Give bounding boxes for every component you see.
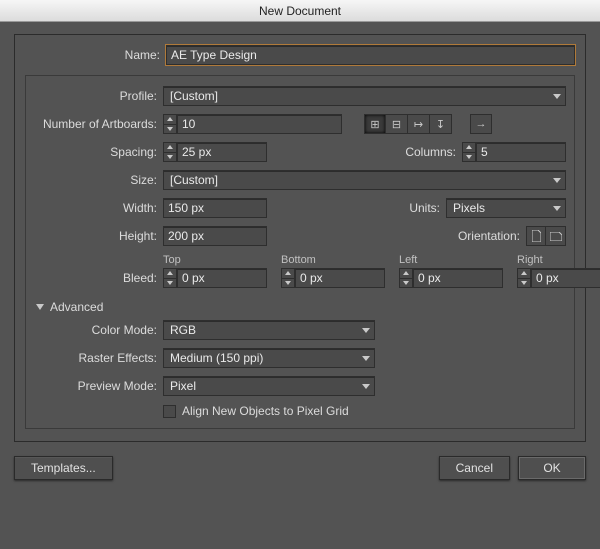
cancel-button[interactable]: Cancel bbox=[439, 456, 510, 480]
spacing-input[interactable] bbox=[177, 142, 267, 162]
columns-label: Columns: bbox=[386, 145, 456, 159]
dialog-body: Name: Profile: [Custom] Number of Artboa… bbox=[0, 22, 600, 549]
bleed-bottom-up[interactable] bbox=[281, 268, 295, 278]
bleed-left-down[interactable] bbox=[399, 278, 413, 289]
color-mode-label: Color Mode: bbox=[34, 323, 157, 337]
window-title: New Document bbox=[0, 0, 600, 22]
spacing-stepper[interactable] bbox=[163, 142, 267, 162]
width-label: Width: bbox=[34, 201, 157, 215]
profile-select[interactable]: [Custom] bbox=[163, 86, 566, 106]
orientation-portrait-button[interactable] bbox=[526, 226, 546, 246]
columns-stepper[interactable] bbox=[462, 142, 566, 162]
units-value: Pixels bbox=[453, 201, 485, 215]
bleed-left-input[interactable] bbox=[413, 268, 503, 288]
layout-direction: → bbox=[470, 114, 492, 134]
height-label: Height: bbox=[34, 229, 157, 243]
grid-by-column-icon[interactable]: ⊟ bbox=[386, 114, 408, 134]
spacing-label: Spacing: bbox=[34, 145, 157, 159]
height-input[interactable] bbox=[163, 226, 267, 246]
dropdown-icon bbox=[553, 206, 561, 211]
dropdown-icon bbox=[362, 356, 370, 361]
triangle-down-icon bbox=[36, 304, 44, 310]
bleed-bottom-stepper[interactable] bbox=[281, 268, 385, 288]
profile-label: Profile: bbox=[34, 89, 157, 103]
bleed-top-up[interactable] bbox=[163, 268, 177, 278]
arrange-row-icon[interactable]: ↦ bbox=[408, 114, 430, 134]
columns-input[interactable] bbox=[476, 142, 566, 162]
advanced-toggle[interactable]: Advanced bbox=[34, 296, 566, 320]
preview-mode-label: Preview Mode: bbox=[34, 379, 157, 393]
bleed-left-label: Left bbox=[399, 254, 503, 266]
artboards-stepper[interactable] bbox=[163, 114, 342, 134]
ok-button[interactable]: OK bbox=[518, 456, 586, 480]
size-value: [Custom] bbox=[170, 173, 218, 187]
artboards-label: Number of Artboards: bbox=[34, 117, 157, 131]
align-pixel-grid-label: Align New Objects to Pixel Grid bbox=[182, 404, 349, 418]
size-label: Size: bbox=[34, 173, 157, 187]
artboard-arrangement: ⊞ ⊟ ↦ ↧ bbox=[364, 114, 452, 134]
details-panel: Profile: [Custom] Number of Artboards: ⊞… bbox=[25, 75, 575, 429]
bleed-right-stepper[interactable] bbox=[517, 268, 600, 288]
name-input[interactable] bbox=[166, 45, 575, 65]
dialog-buttons: Templates... Cancel OK bbox=[14, 456, 586, 480]
bleed-bottom-down[interactable] bbox=[281, 278, 295, 289]
preview-mode-select[interactable]: Pixel bbox=[163, 376, 375, 396]
arrange-column-icon[interactable]: ↧ bbox=[430, 114, 452, 134]
templates-button[interactable]: Templates... bbox=[14, 456, 113, 480]
bleed-top-label: Top bbox=[163, 254, 267, 266]
artboards-input[interactable] bbox=[177, 114, 342, 134]
bleed-right-input[interactable] bbox=[531, 268, 600, 288]
size-select[interactable]: [Custom] bbox=[163, 170, 566, 190]
profile-value: [Custom] bbox=[170, 89, 218, 103]
dropdown-icon bbox=[553, 178, 561, 183]
dropdown-icon bbox=[362, 328, 370, 333]
orientation-buttons bbox=[526, 226, 566, 246]
dropdown-icon bbox=[362, 384, 370, 389]
orientation-landscape-button[interactable] bbox=[546, 226, 566, 246]
bleed-label: Bleed: bbox=[34, 271, 157, 288]
width-input[interactable] bbox=[163, 198, 267, 218]
raster-effects-label: Raster Effects: bbox=[34, 351, 157, 365]
align-pixel-grid-checkbox[interactable] bbox=[163, 405, 176, 418]
artboards-up[interactable] bbox=[163, 114, 177, 124]
orientation-label: Orientation: bbox=[442, 229, 520, 243]
bleed-bottom-label: Bottom bbox=[281, 254, 385, 266]
advanced-label: Advanced bbox=[50, 300, 103, 314]
bleed-left-up[interactable] bbox=[399, 268, 413, 278]
main-panel: Name: Profile: [Custom] Number of Artboa… bbox=[14, 34, 586, 442]
artboards-down[interactable] bbox=[163, 124, 177, 135]
bleed-right-up[interactable] bbox=[517, 268, 531, 278]
units-select[interactable]: Pixels bbox=[446, 198, 566, 218]
bleed-left-stepper[interactable] bbox=[399, 268, 503, 288]
bleed-top-stepper[interactable] bbox=[163, 268, 267, 288]
bleed-right-down[interactable] bbox=[517, 278, 531, 289]
spacing-up[interactable] bbox=[163, 142, 177, 152]
raster-effects-select[interactable]: Medium (150 ppi) bbox=[163, 348, 375, 368]
bleed-top-input[interactable] bbox=[177, 268, 267, 288]
color-mode-value: RGB bbox=[170, 323, 196, 337]
direction-ltr-icon[interactable]: → bbox=[470, 114, 492, 134]
grid-by-row-icon[interactable]: ⊞ bbox=[364, 114, 386, 134]
columns-up[interactable] bbox=[462, 142, 476, 152]
dropdown-icon bbox=[553, 94, 561, 99]
bleed-top-down[interactable] bbox=[163, 278, 177, 289]
color-mode-select[interactable]: RGB bbox=[163, 320, 375, 340]
columns-down[interactable] bbox=[462, 152, 476, 163]
bleed-bottom-input[interactable] bbox=[295, 268, 385, 288]
name-label: Name: bbox=[25, 48, 160, 62]
preview-mode-value: Pixel bbox=[170, 379, 196, 393]
raster-effects-value: Medium (150 ppi) bbox=[170, 351, 263, 365]
units-label: Units: bbox=[370, 201, 440, 215]
bleed-right-label: Right bbox=[517, 254, 600, 266]
spacing-down[interactable] bbox=[163, 152, 177, 163]
